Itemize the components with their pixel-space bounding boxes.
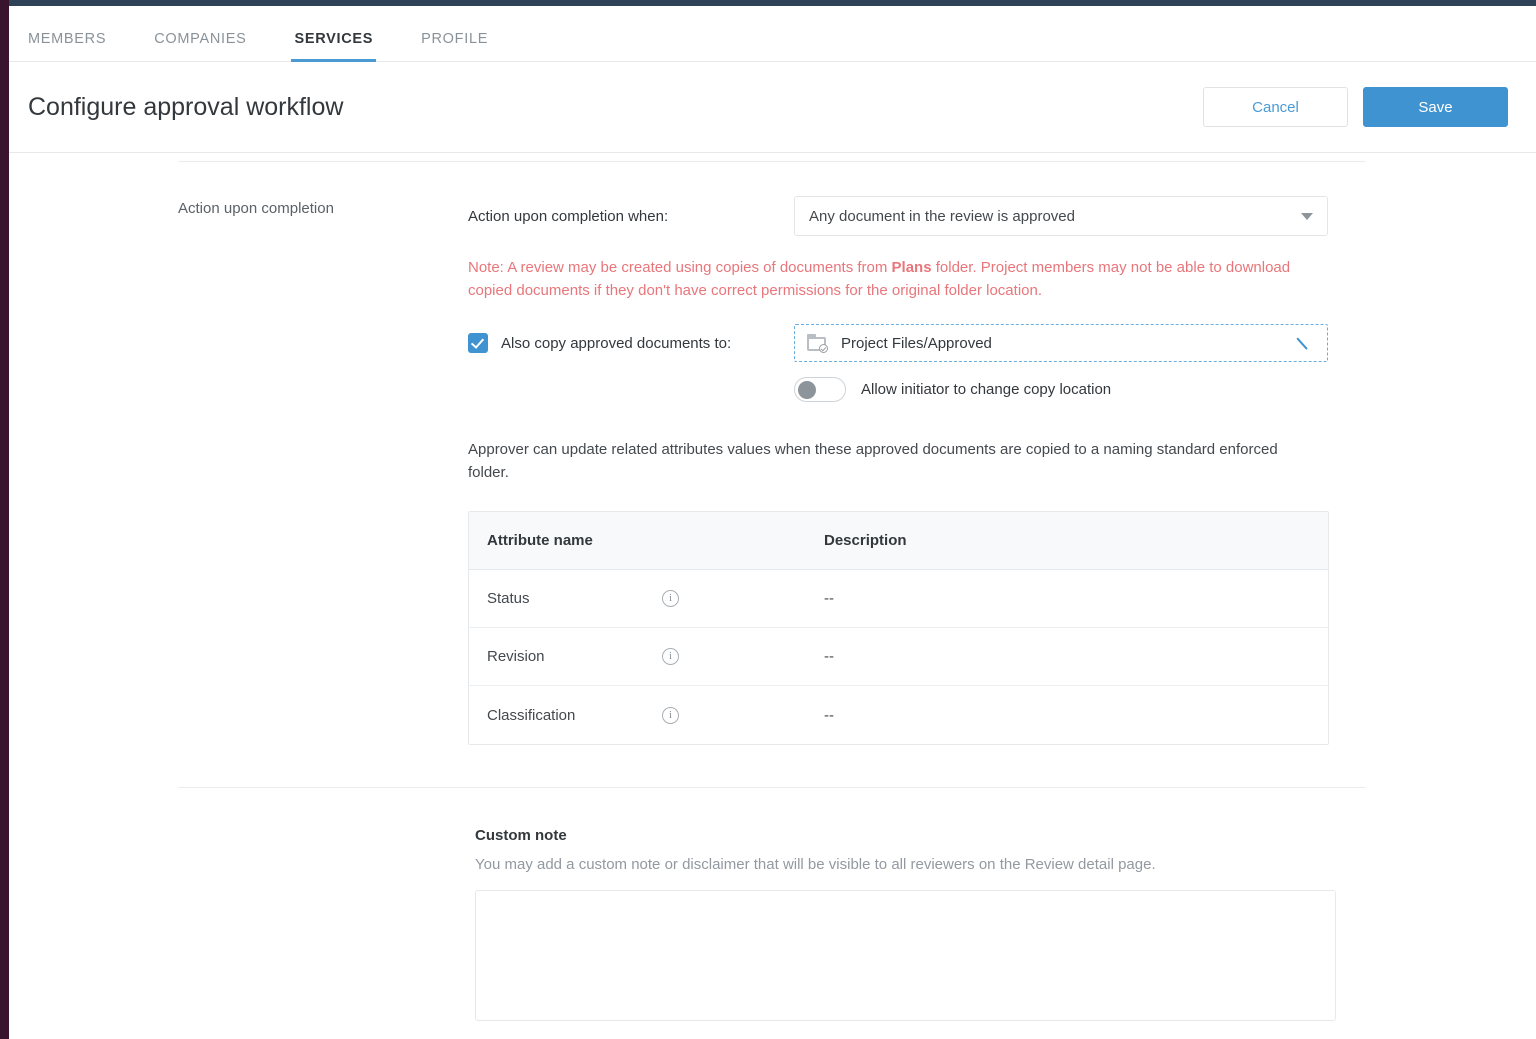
table-row: Status i -- [469,570,1328,628]
folder-check-icon [807,334,829,353]
copy-destination-field[interactable]: Project Files/Approved [794,324,1328,362]
copy-approved-label: Also copy approved documents to: [501,334,732,352]
table-row: Revision i -- [469,628,1328,686]
action-when-select-value: Any document in the review is approved [809,207,1075,225]
attribute-name: Revision [487,648,545,665]
section-label: Action upon completion [178,200,334,217]
attributes-description: Approver can update related attributes v… [468,441,1278,481]
tab-members[interactable]: MEMBERS [28,31,106,61]
page-title: Configure approval workflow [28,92,344,121]
note-prefix: Note: A review may be created using copi… [468,259,892,276]
action-upon-completion-section: Action upon completion Action upon compl… [9,162,1536,745]
info-icon[interactable]: i [662,590,679,607]
table-header-row: Attribute name Description [469,512,1328,570]
edit-pencil-icon[interactable] [1299,334,1317,352]
custom-note-textarea[interactable] [475,890,1336,1021]
save-button[interactable]: Save [1363,87,1508,127]
window-left-bar [0,0,9,1039]
attribute-name: Status [487,590,530,607]
column-header-description: Description [824,532,907,549]
attribute-description: -- [824,590,834,607]
info-icon[interactable]: i [662,706,679,724]
tab-services[interactable]: SERVICES [291,31,376,62]
tab-companies[interactable]: COMPANIES [154,31,246,61]
main-tab-bar: MEMBERS COMPANIES SERVICES PROFILE [9,6,1536,62]
attributes-table: Attribute name Description Status i -- R… [468,511,1329,745]
chevron-down-icon [1301,213,1313,220]
app-container: MEMBERS COMPANIES SERVICES PROFILE Confi… [9,6,1536,1039]
column-header-attribute-name: Attribute name [487,532,593,549]
action-when-label: Action upon completion when: [468,207,669,225]
section-fields: Action upon completion when: Any documen… [468,162,1329,745]
attribute-description: -- [824,648,834,665]
info-icon[interactable]: i [662,648,679,665]
page-header: Configure approval workflow Cancel Save [9,62,1536,153]
custom-note-subtitle: You may add a custom note or disclaimer … [475,856,1156,873]
allow-initiator-label: Allow initiator to change copy location [861,381,1112,398]
action-when-select[interactable]: Any document in the review is approved [794,196,1328,236]
table-row: Classification i -- [469,686,1328,744]
copy-documents-row: Also copy approved documents to: Project… [468,324,1328,362]
custom-note-section: Custom note You may add a custom note or… [9,788,1536,1021]
attribute-description: -- [824,706,834,724]
copy-approved-checkbox[interactable] [468,333,488,353]
copy-destination-value: Project Files/Approved [841,334,992,352]
toggle-knob [798,380,816,399]
allow-initiator-toggle[interactable] [794,377,846,402]
allow-initiator-row: Allow initiator to change copy location [468,377,1328,402]
attribute-name: Classification [487,706,576,724]
action-when-row: Action upon completion when: Any documen… [468,196,1328,236]
cancel-button[interactable]: Cancel [1203,87,1348,127]
custom-note-title: Custom note [475,827,567,844]
note-folder-name: Plans [891,259,932,276]
tab-profile[interactable]: PROFILE [421,31,488,61]
copy-warning-note: Note: A review may be created using copi… [468,256,1308,302]
page-content: Action upon completion Action upon compl… [9,153,1536,1021]
